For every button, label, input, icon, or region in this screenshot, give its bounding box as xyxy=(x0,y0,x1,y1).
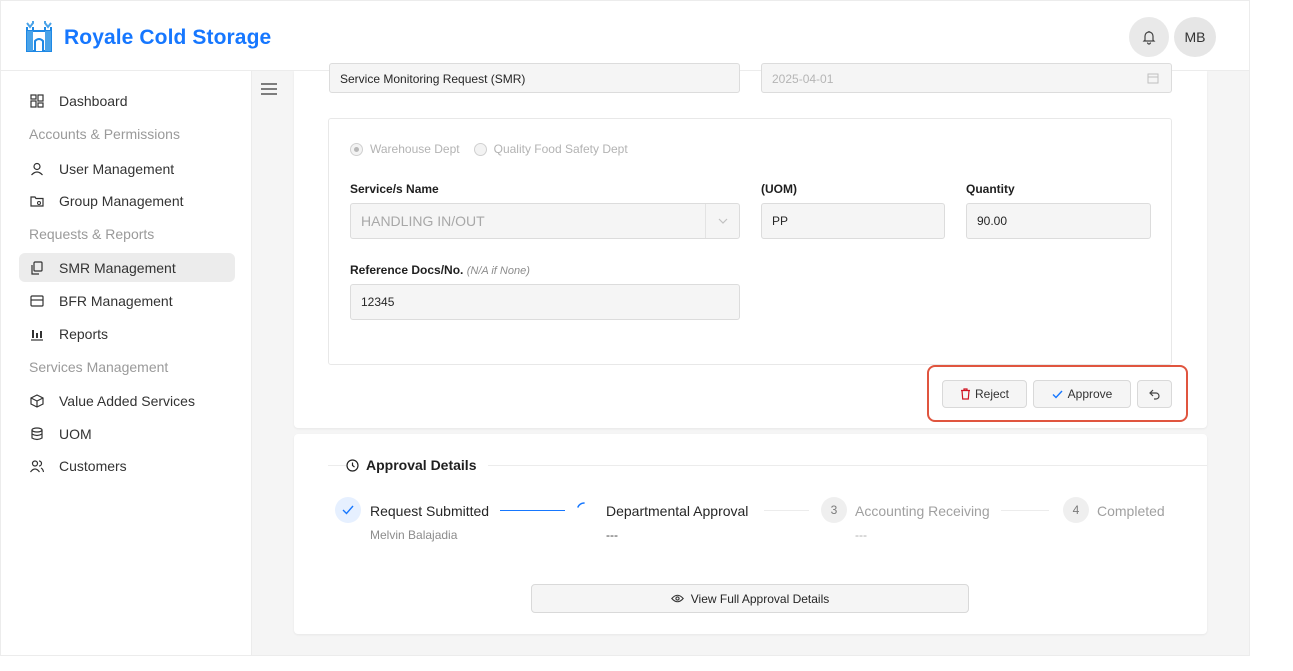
nav-group-accounts: Accounts & Permissions xyxy=(29,126,180,142)
radio-label: Warehouse Dept xyxy=(370,142,460,156)
approval-title-text: Approval Details xyxy=(366,457,477,473)
sidebar-item-bfr-management[interactable]: BFR Management xyxy=(19,286,235,315)
sidebar-item-label: UOM xyxy=(59,425,92,442)
title-divider-left xyxy=(328,465,346,466)
sidebar-item-customers[interactable]: Customers xyxy=(19,451,235,480)
sidebar-item-reports[interactable]: Reports xyxy=(19,319,235,348)
service-name-value: HANDLING IN/OUT xyxy=(361,213,485,229)
uom-field[interactable]: PP xyxy=(761,203,945,239)
service-name-select[interactable]: HANDLING IN/OUT xyxy=(350,203,740,239)
uom-value: PP xyxy=(772,214,789,228)
sidebar-item-group-management[interactable]: Group Management xyxy=(19,186,235,215)
menu-toggle-icon[interactable] xyxy=(260,81,278,97)
users-icon xyxy=(29,458,45,474)
step-2-loading-icon xyxy=(571,497,597,523)
sidebar-item-label: Value Added Services xyxy=(59,392,195,409)
sidebar-item-label: Reports xyxy=(59,325,109,342)
bell-icon xyxy=(1142,31,1156,45)
title-divider-right xyxy=(481,465,1207,466)
sidebar-item-user-management[interactable]: User Management xyxy=(19,154,235,183)
sidebar-item-label: BFR Management xyxy=(59,292,173,309)
nav-group-services: Services Management xyxy=(29,359,169,375)
department-radio-group: Warehouse Dept Quality Food Safety Dept xyxy=(350,142,628,156)
app-window: Royale Cold Storage MB Dashboard Account… xyxy=(0,0,1250,656)
uom-label: (UOM) xyxy=(761,182,797,196)
reject-label: Reject xyxy=(974,387,1009,401)
request-type-value: Service Monitoring Request (SMR) xyxy=(340,72,526,86)
reference-label-text: Reference Docs/No. xyxy=(350,263,464,277)
chevron-down-icon xyxy=(705,204,739,238)
bar-chart-icon xyxy=(29,326,45,342)
step-1-label: Request Submitted xyxy=(370,503,490,519)
quantity-label: Quantity xyxy=(966,182,1015,196)
eye-icon xyxy=(670,594,684,603)
quantity-field[interactable]: 90.00 xyxy=(966,203,1151,239)
date-field[interactable]: 2025-04-01 xyxy=(761,63,1172,93)
connector-1 xyxy=(500,510,565,511)
step-4-number: 4 xyxy=(1063,497,1089,523)
sidebar-item-label: Dashboard xyxy=(59,92,128,109)
database-icon xyxy=(29,426,45,442)
sidebar-item-label: User Management xyxy=(59,160,175,177)
step-2-sub: --- xyxy=(606,528,618,542)
castle-logo-icon xyxy=(26,21,52,52)
undo-button[interactable] xyxy=(1137,380,1172,408)
quantity-value: 90.00 xyxy=(977,214,1008,228)
inbox-icon xyxy=(29,293,45,309)
sidebar-item-value-added-services[interactable]: Value Added Services xyxy=(19,386,235,415)
reference-label: Reference Docs/No. (N/A if None) xyxy=(350,263,530,277)
view-full-approval-button[interactable]: View Full Approval Details xyxy=(531,584,969,613)
step-2-label: Departmental Approval xyxy=(606,503,749,519)
box-icon xyxy=(29,393,45,409)
reference-field[interactable]: 12345 xyxy=(350,284,740,320)
step-4-label: Completed xyxy=(1097,503,1165,519)
user-icon xyxy=(29,161,45,177)
connector-3 xyxy=(1001,510,1049,511)
step-1-done-icon xyxy=(335,497,361,523)
radio-label: Quality Food Safety Dept xyxy=(493,142,628,156)
user-avatar[interactable]: MB xyxy=(1174,17,1216,57)
folder-icon xyxy=(29,193,45,209)
check-icon xyxy=(1052,390,1063,399)
copy-icon xyxy=(29,260,45,276)
brand-name: Royale Cold Storage xyxy=(64,26,272,49)
calendar-icon xyxy=(1147,73,1159,84)
undo-icon xyxy=(1149,389,1160,400)
sidebar-item-uom[interactable]: UOM xyxy=(19,419,235,448)
sidebar-item-dashboard[interactable]: Dashboard xyxy=(19,86,235,115)
approval-details-title: Approval Details xyxy=(346,457,489,473)
date-value: 2025-04-01 xyxy=(772,72,834,86)
sidebar-item-label: Group Management xyxy=(59,192,184,209)
clock-icon xyxy=(346,458,359,472)
sidebar-item-label: SMR Management xyxy=(59,259,176,276)
approve-button[interactable]: Approve xyxy=(1033,380,1131,408)
step-3-sub: --- xyxy=(855,528,867,542)
service-name-label: Service/s Name xyxy=(350,182,439,196)
reference-hint: (N/A if None) xyxy=(466,265,530,277)
sidebar-item-smr-management[interactable]: SMR Management xyxy=(19,253,235,282)
radio-warehouse-dept[interactable] xyxy=(350,142,363,156)
approve-label: Approve xyxy=(1067,387,1113,401)
connector-2 xyxy=(764,510,809,511)
request-type-field[interactable]: Service Monitoring Request (SMR) xyxy=(329,63,740,93)
sidebar-item-label: Customers xyxy=(59,457,127,474)
step-3-label: Accounting Receiving xyxy=(855,503,990,519)
step-1-sub: Melvin Balajadia xyxy=(370,528,458,542)
reject-button[interactable]: Reject xyxy=(942,380,1027,408)
top-header: Royale Cold Storage MB xyxy=(1,1,1249,71)
notifications-button[interactable] xyxy=(1129,17,1169,57)
trash-icon xyxy=(960,388,970,400)
grid-icon xyxy=(29,93,45,109)
reference-value: 12345 xyxy=(361,295,395,309)
radio-quality-food-safety-dept[interactable] xyxy=(473,142,487,156)
step-3-number: 3 xyxy=(821,497,847,523)
view-full-approval-label: View Full Approval Details xyxy=(690,591,830,606)
nav-group-requests: Requests & Reports xyxy=(29,226,155,242)
